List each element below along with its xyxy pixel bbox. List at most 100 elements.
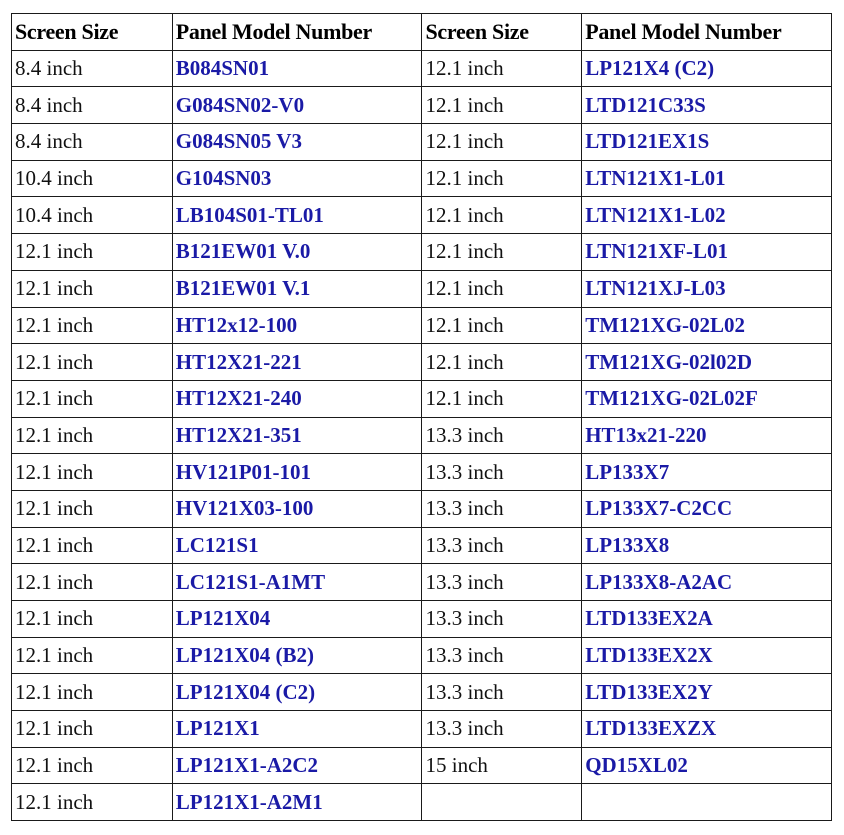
screen-size-cell-right: 13.3 inch (421, 710, 583, 748)
screen-size-cell-right: 12.1 inch (421, 49, 583, 88)
table-row: 10.4 inch LB104S01-TL01 12.1 inch LTN121X1-… (11, 196, 832, 235)
panel-model-cell-left: LP121X04 (171, 600, 423, 638)
screen-size-cell-right (421, 783, 583, 822)
screen-size-cell-right: 15 inch (421, 746, 583, 785)
screen-size-cell-left: 12.1 inch (11, 233, 173, 271)
screen-size-cell-left: 12.1 inch (11, 526, 173, 565)
screen-size-cell-left: 12.1 inch (11, 783, 173, 822)
screen-size-cell-left: 12.1 inch (11, 379, 173, 418)
panel-model-cell-right: TM121XG-02l02D (581, 343, 832, 381)
screen-size-cell-right: 13.3 inch (421, 673, 583, 712)
table-row: 12.1 inch HT12X21-240 12.1 inch TM121XG-02L… (11, 379, 832, 418)
table-row: 10.4 inch G104SN03 12.1 inch LTN121X1-L01 (11, 159, 832, 198)
panel-model-cell-right: QD15XL02 (581, 746, 832, 785)
screen-size-cell-left: 12.1 inch (11, 453, 173, 491)
screen-size-cell-right: 12.1 inch (421, 269, 583, 308)
table-body: 8.4 inch B084SN01 12.1 inch LP121X4 (C2) 8.4… (11, 49, 832, 822)
panel-model-cell-left: LP121X1 (171, 710, 423, 748)
screen-size-cell-right: 12.1 inch (421, 159, 583, 198)
screen-size-cell-right: 12.1 inch (421, 233, 583, 271)
panel-model-cell-right: LTD133EX2X (581, 636, 832, 675)
table-row: 12.1 inch LP121X1-A2M1 (11, 783, 832, 822)
panel-model-cell-left: HT12X21-351 (171, 416, 423, 455)
table-row: 8.4 inch G084SN02-V0 12.1 inch LTD121C33S (11, 86, 832, 125)
table-row: 12.1 inch HV121P01-101 13.3 inch LP133X7 (11, 453, 832, 491)
panel-model-cell-left: G104SN03 (171, 159, 423, 198)
screen-size-cell-left: 12.1 inch (11, 636, 173, 675)
screen-size-cell-right: 13.3 inch (421, 600, 583, 638)
panel-model-cell-left: G084SN05 V3 (171, 123, 423, 161)
table-row: 12.1 inch HV121X03-100 13.3 inch LP133X7-C2… (11, 489, 832, 528)
table-row: 12.1 inch HT12X21-351 13.3 inch HT13x21-220 (11, 416, 832, 455)
screen-size-cell-right: 13.3 inch (421, 453, 583, 491)
panel-model-cell-right: LTD121C33S (581, 86, 832, 125)
screen-size-cell-left: 12.1 inch (11, 746, 173, 785)
screen-size-cell-left: 12.1 inch (11, 269, 173, 308)
screen-size-cell-right: 12.1 inch (421, 123, 583, 161)
screen-size-cell-right: 13.3 inch (421, 563, 583, 601)
panel-model-cell-left: HT12x12-100 (171, 306, 423, 345)
screen-size-cell-right: 13.3 inch (421, 416, 583, 455)
panel-model-cell-left: B084SN01 (171, 49, 423, 88)
screen-size-cell-left: 8.4 inch (11, 49, 173, 88)
panel-model-cell-right: LTD133EXZX (581, 710, 832, 748)
table-row: 12.1 inch LC121S1 13.3 inch LP133X8 (11, 526, 832, 565)
panel-model-cell-right: LP133X7-C2CC (581, 489, 832, 528)
panel-model-cell-right: LTN121X1-L02 (581, 196, 832, 235)
panel-model-cell-right: LTN121X1-L01 (581, 159, 832, 198)
screen-size-cell-right: 12.1 inch (421, 343, 583, 381)
panel-model-cell-right: LTD121EX1S (581, 123, 832, 161)
screen-size-cell-left: 12.1 inch (11, 710, 173, 748)
screen-size-cell-right: 12.1 inch (421, 379, 583, 418)
screen-size-cell-left: 12.1 inch (11, 563, 173, 601)
table-row: 12.1 inch LP121X1-A2C2 15 inch QD15XL02 (11, 746, 832, 785)
table-row: 12.1 inch HT12x12-100 12.1 inch TM121XG-02L… (11, 306, 832, 345)
table-row: 12.1 inch LP121X1 13.3 inch LTD133EXZX (11, 710, 832, 748)
table-row: 8.4 inch G084SN05 V3 12.1 inch LTD121EX1S (11, 123, 832, 161)
table-header-row: Screen Size Panel Model Number Screen Si… (11, 13, 832, 51)
screen-size-cell-left: 10.4 inch (11, 196, 173, 235)
panel-model-cell-right: TM121XG-02L02 (581, 306, 832, 345)
panel-model-cell-right: HT13x21-220 (581, 416, 832, 455)
panel-model-cell-right: LTD133EX2Y (581, 673, 832, 712)
screen-size-cell-left: 12.1 inch (11, 416, 173, 455)
panel-model-cell-left: LC121S1 (171, 526, 423, 565)
panel-model-cell-right: LP133X8-A2AC (581, 563, 832, 601)
panel-model-cell-left: HV121P01-101 (171, 453, 423, 491)
panel-model-table: Screen Size Panel Model Number Screen Si… (11, 13, 832, 822)
panel-model-cell-left: B121EW01 V.0 (171, 233, 423, 271)
screen-size-cell-left: 10.4 inch (11, 159, 173, 198)
panel-model-cell-left: LB104S01-TL01 (171, 196, 423, 235)
table-row: 8.4 inch B084SN01 12.1 inch LP121X4 (C2) (11, 49, 832, 88)
table-row: 12.1 inch LP121X04 13.3 inch LTD133EX2A (11, 600, 832, 638)
screen-size-cell-left: 12.1 inch (11, 673, 173, 712)
panel-model-cell-right: TM121XG-02L02F (581, 379, 832, 418)
header-panel-model-left: Panel Model Number (171, 13, 423, 51)
table-row: 12.1 inch LC121S1-A1MT 13.3 inch LP133X8-A2… (11, 563, 832, 601)
screen-size-cell-right: 12.1 inch (421, 306, 583, 345)
panel-model-cell-right: LTN121XF-L01 (581, 233, 832, 271)
panel-model-cell-left: LP121X04 (C2) (171, 673, 423, 712)
screen-size-cell-left: 12.1 inch (11, 306, 173, 345)
panel-model-cell-left: HV121X03-100 (171, 489, 423, 528)
table-row: 12.1 inch B121EW01 V.1 12.1 inch LTN121XJ-L… (11, 269, 832, 308)
panel-model-cell-right: LTN121XJ-L03 (581, 269, 832, 308)
screen-size-cell-left: 12.1 inch (11, 489, 173, 528)
screen-size-cell-left: 8.4 inch (11, 123, 173, 161)
panel-model-cell-left: G084SN02-V0 (171, 86, 423, 125)
screen-size-cell-right: 13.3 inch (421, 489, 583, 528)
panel-model-cell-right: LP121X4 (C2) (581, 49, 832, 88)
panel-model-cell-left: LP121X1-A2M1 (171, 783, 423, 822)
header-screen-size-left: Screen Size (11, 13, 173, 51)
table-row: 12.1 inch LP121X04 (B2) 13.3 inch LTD133EX2… (11, 636, 832, 675)
panel-model-cell-right: LTD133EX2A (581, 600, 832, 638)
header-panel-model-right: Panel Model Number (581, 13, 832, 51)
screen-size-cell-right: 12.1 inch (421, 196, 583, 235)
screen-size-cell-left: 12.1 inch (11, 343, 173, 381)
screen-size-cell-left: 8.4 inch (11, 86, 173, 125)
panel-model-cell-left: LP121X1-A2C2 (171, 746, 423, 785)
panel-model-cell-left: LC121S1-A1MT (171, 563, 423, 601)
panel-model-cell-left: HT12X21-221 (171, 343, 423, 381)
panel-model-cell-left: LP121X04 (B2) (171, 636, 423, 675)
table-row: 12.1 inch B121EW01 V.0 12.1 inch LTN121XF-L… (11, 233, 832, 271)
